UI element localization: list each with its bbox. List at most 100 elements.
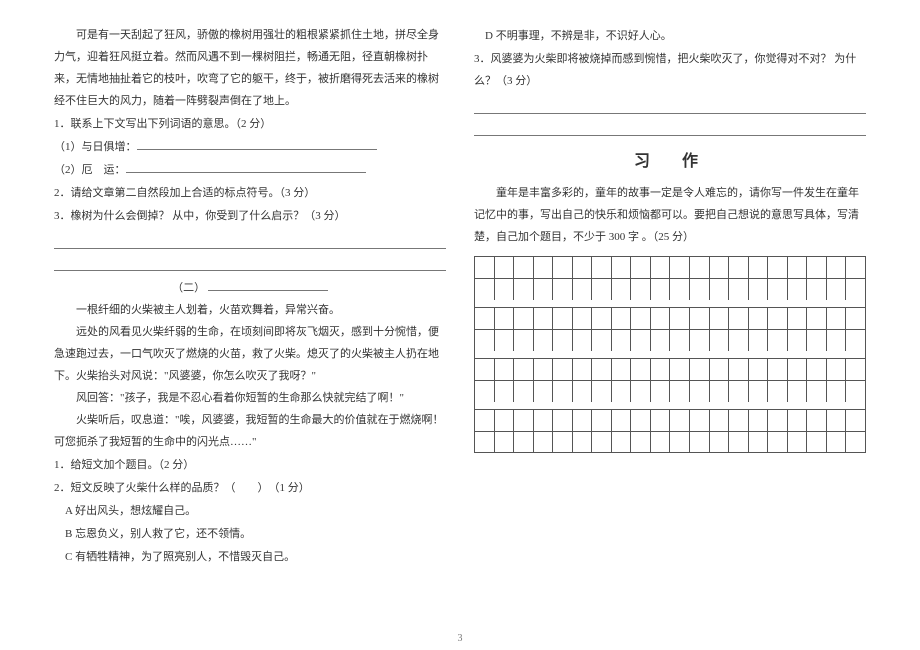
- essay-cell[interactable]: [690, 330, 710, 351]
- essay-cell[interactable]: [807, 308, 827, 329]
- essay-cell[interactable]: [573, 381, 593, 402]
- essay-cell[interactable]: [827, 381, 847, 402]
- essay-cell[interactable]: [807, 330, 827, 351]
- essay-cell[interactable]: [846, 330, 866, 351]
- essay-cell[interactable]: [690, 279, 710, 300]
- essay-cell[interactable]: [612, 359, 632, 380]
- essay-cell[interactable]: [670, 330, 690, 351]
- essay-cell[interactable]: [807, 359, 827, 380]
- essay-cell[interactable]: [710, 308, 730, 329]
- option-d[interactable]: D 不明事理，不辨是非，不识好人心。: [474, 25, 866, 47]
- essay-cell[interactable]: [514, 432, 534, 452]
- essay-cell[interactable]: [710, 359, 730, 380]
- essay-grid[interactable]: [474, 256, 866, 453]
- essay-cell[interactable]: [631, 257, 651, 278]
- essay-cell[interactable]: [807, 432, 827, 452]
- essay-cell[interactable]: [749, 330, 769, 351]
- essay-cell[interactable]: [631, 410, 651, 431]
- essay-cell[interactable]: [729, 381, 749, 402]
- essay-cell[interactable]: [631, 330, 651, 351]
- essay-cell[interactable]: [534, 359, 554, 380]
- essay-cell[interactable]: [651, 432, 671, 452]
- essay-cell[interactable]: [807, 279, 827, 300]
- essay-cell[interactable]: [651, 359, 671, 380]
- essay-cell[interactable]: [514, 381, 534, 402]
- s2q3-blank-2[interactable]: [474, 118, 866, 136]
- essay-cell[interactable]: [729, 279, 749, 300]
- essay-cell[interactable]: [690, 381, 710, 402]
- essay-cell[interactable]: [592, 359, 612, 380]
- essay-cell[interactable]: [651, 257, 671, 278]
- essay-cell[interactable]: [827, 432, 847, 452]
- essay-cell[interactable]: [670, 308, 690, 329]
- essay-cell[interactable]: [573, 308, 593, 329]
- essay-row[interactable]: [474, 256, 866, 278]
- q1a-blank[interactable]: [137, 138, 377, 150]
- essay-cell[interactable]: [729, 432, 749, 452]
- essay-cell[interactable]: [690, 410, 710, 431]
- essay-cell[interactable]: [788, 257, 808, 278]
- essay-cell[interactable]: [651, 279, 671, 300]
- essay-cell[interactable]: [553, 359, 573, 380]
- essay-cell[interactable]: [670, 381, 690, 402]
- essay-cell[interactable]: [534, 410, 554, 431]
- essay-cell[interactable]: [670, 257, 690, 278]
- essay-cell[interactable]: [573, 432, 593, 452]
- essay-cell[interactable]: [651, 410, 671, 431]
- essay-cell[interactable]: [729, 257, 749, 278]
- essay-cell[interactable]: [592, 432, 612, 452]
- essay-cell[interactable]: [495, 359, 515, 380]
- essay-cell[interactable]: [788, 432, 808, 452]
- essay-cell[interactable]: [729, 308, 749, 329]
- essay-cell[interactable]: [807, 410, 827, 431]
- essay-cell[interactable]: [729, 359, 749, 380]
- essay-cell[interactable]: [495, 432, 515, 452]
- essay-cell[interactable]: [846, 308, 866, 329]
- essay-cell[interactable]: [710, 330, 730, 351]
- essay-cell[interactable]: [827, 410, 847, 431]
- option-a[interactable]: A 好出风头，想炫耀自己。: [54, 500, 446, 522]
- essay-cell[interactable]: [534, 330, 554, 351]
- essay-cell[interactable]: [827, 308, 847, 329]
- essay-cell[interactable]: [553, 308, 573, 329]
- essay-cell[interactable]: [768, 308, 788, 329]
- essay-cell[interactable]: [768, 279, 788, 300]
- essay-cell[interactable]: [495, 410, 515, 431]
- essay-row[interactable]: [474, 380, 866, 402]
- essay-cell[interactable]: [768, 359, 788, 380]
- essay-cell[interactable]: [768, 432, 788, 452]
- essay-cell[interactable]: [631, 279, 651, 300]
- essay-cell[interactable]: [514, 410, 534, 431]
- essay-cell[interactable]: [495, 381, 515, 402]
- essay-row[interactable]: [474, 358, 866, 380]
- essay-cell[interactable]: [827, 359, 847, 380]
- essay-cell[interactable]: [788, 308, 808, 329]
- essay-cell[interactable]: [612, 257, 632, 278]
- essay-row[interactable]: [474, 307, 866, 329]
- essay-cell[interactable]: [475, 279, 495, 300]
- essay-cell[interactable]: [475, 330, 495, 351]
- essay-cell[interactable]: [846, 381, 866, 402]
- essay-cell[interactable]: [592, 381, 612, 402]
- essay-cell[interactable]: [553, 257, 573, 278]
- essay-cell[interactable]: [553, 432, 573, 452]
- essay-cell[interactable]: [573, 359, 593, 380]
- essay-cell[interactable]: [827, 257, 847, 278]
- essay-cell[interactable]: [592, 279, 612, 300]
- essay-cell[interactable]: [553, 279, 573, 300]
- essay-cell[interactable]: [670, 410, 690, 431]
- essay-cell[interactable]: [592, 308, 612, 329]
- essay-cell[interactable]: [534, 381, 554, 402]
- essay-cell[interactable]: [475, 432, 495, 452]
- q3-blank-2[interactable]: [54, 253, 446, 271]
- essay-cell[interactable]: [729, 410, 749, 431]
- essay-cell[interactable]: [749, 381, 769, 402]
- essay-row[interactable]: [474, 431, 866, 453]
- essay-cell[interactable]: [514, 279, 534, 300]
- essay-cell[interactable]: [807, 381, 827, 402]
- q3-blank-1[interactable]: [54, 231, 446, 249]
- essay-cell[interactable]: [534, 432, 554, 452]
- essay-row[interactable]: [474, 278, 866, 300]
- essay-cell[interactable]: [710, 257, 730, 278]
- essay-cell[interactable]: [768, 257, 788, 278]
